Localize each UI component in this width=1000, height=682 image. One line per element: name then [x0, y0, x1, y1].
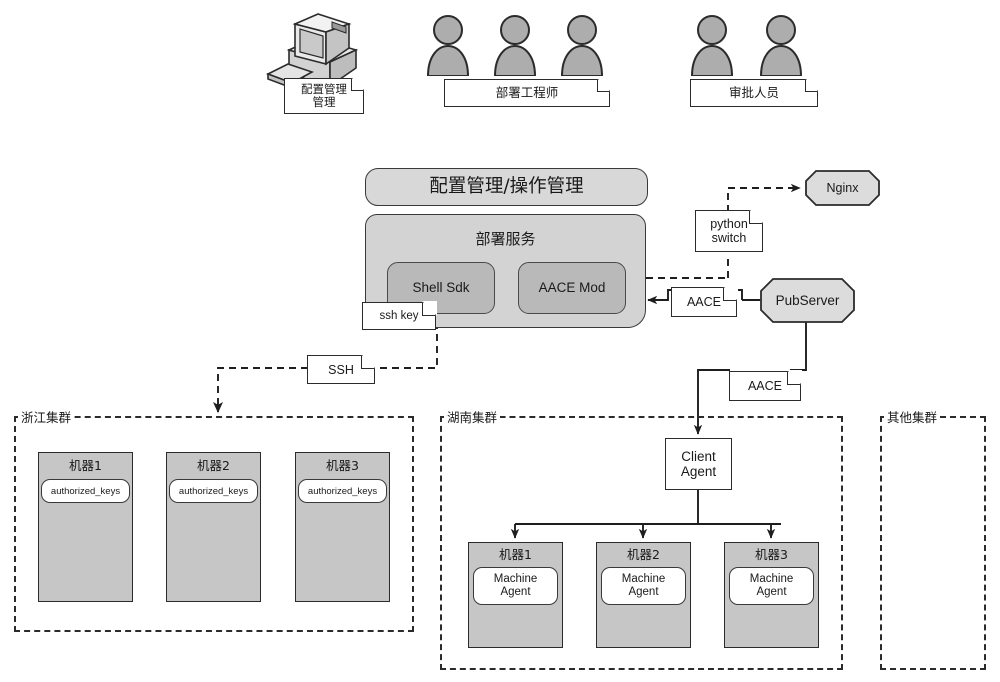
- pubserver-node[interactable]: PubServer: [760, 278, 855, 323]
- nginx-node[interactable]: Nginx: [805, 170, 880, 206]
- aace-mod-label: AACE Mod: [538, 280, 606, 296]
- diagram-canvas: 配置管理 管理 部署工程师 审批人员 配置管理/操作管理 部署服务 Shell …: [0, 0, 1000, 682]
- ssh-note: SSH: [307, 354, 376, 384]
- authorized-keys-pill: authorized_keys: [298, 479, 387, 503]
- hunan-machine-3-title: 机器3: [755, 547, 788, 562]
- zhejiang-machine-3[interactable]: 机器3 authorized_keys: [295, 452, 390, 602]
- platform-header-title: 配置管理/操作管理: [429, 176, 584, 197]
- machine-agent-pill: Machine Agent: [601, 567, 686, 605]
- deployment-engineer-label-text: 部署工程师: [495, 85, 559, 100]
- ssh-key-note-label: ssh key: [379, 309, 419, 322]
- zhejiang-machine-2-title: 机器2: [197, 458, 230, 473]
- user-icon: [424, 12, 472, 77]
- platform-header-bar: 配置管理/操作管理: [365, 168, 648, 206]
- workstation-label: 配置管理 管理: [284, 77, 365, 114]
- client-agent-line1: Client: [681, 448, 716, 464]
- user-icon: [757, 12, 805, 77]
- zhejiang-machine-2[interactable]: 机器2 authorized_keys: [166, 452, 261, 602]
- authorized-keys-pill: authorized_keys: [169, 479, 258, 503]
- hunan-machine-1-title: 机器1: [499, 547, 532, 562]
- hunan-machine-2[interactable]: 机器2 Machine Agent: [596, 542, 691, 648]
- ssh-note-label: SSH: [328, 362, 354, 377]
- machine-agent-pill: Machine Agent: [473, 567, 558, 605]
- aace-note-bottom: AACE: [729, 370, 802, 401]
- pubserver-label: PubServer: [775, 292, 840, 308]
- workstation-label-line2: 管理: [312, 95, 336, 109]
- zhejiang-machine-1-title: 机器1: [69, 458, 102, 473]
- aace-note-top: AACE: [671, 286, 738, 317]
- aace-note-top-label: AACE: [686, 295, 722, 309]
- hunan-machine-3[interactable]: 机器3 Machine Agent: [724, 542, 819, 648]
- approver-label-text: 审批人员: [728, 85, 779, 100]
- zhejiang-machine-1[interactable]: 机器1 authorized_keys: [38, 452, 133, 602]
- user-icon: [558, 12, 606, 77]
- zhejiang-machine-3-title: 机器3: [326, 458, 359, 473]
- approver-label: 审批人员: [690, 78, 819, 107]
- machine-agent-pill: Machine Agent: [729, 567, 814, 605]
- client-agent-line2: Agent: [680, 464, 717, 479]
- shell-sdk-label: Shell Sdk: [412, 280, 470, 296]
- python-switch-line1: python: [710, 217, 748, 231]
- hunan-machine-1[interactable]: 机器1 Machine Agent: [468, 542, 563, 648]
- client-agent-node[interactable]: Client Agent: [665, 438, 732, 490]
- zhejiang-cluster-title: 浙江集群: [18, 411, 75, 425]
- hunan-machine-2-title: 机器2: [627, 547, 660, 562]
- user-icon: [491, 12, 539, 77]
- deployment-engineer-label: 部署工程师: [444, 78, 611, 107]
- nginx-label: Nginx: [826, 181, 859, 195]
- python-switch-line2: switch: [711, 231, 747, 245]
- deploy-service-title: 部署服务: [475, 230, 536, 248]
- ssh-key-note: ssh key: [362, 301, 437, 330]
- hunan-cluster-title: 湖南集群: [444, 411, 501, 425]
- other-cluster-title: 其他集群: [884, 411, 941, 425]
- python-switch-note: python switch: [695, 209, 764, 252]
- user-icon: [688, 12, 736, 77]
- authorized-keys-pill: authorized_keys: [41, 479, 130, 503]
- aace-mod-module[interactable]: AACE Mod: [518, 262, 626, 314]
- other-cluster-region: [880, 416, 986, 670]
- aace-note-bottom-label: AACE: [747, 379, 783, 393]
